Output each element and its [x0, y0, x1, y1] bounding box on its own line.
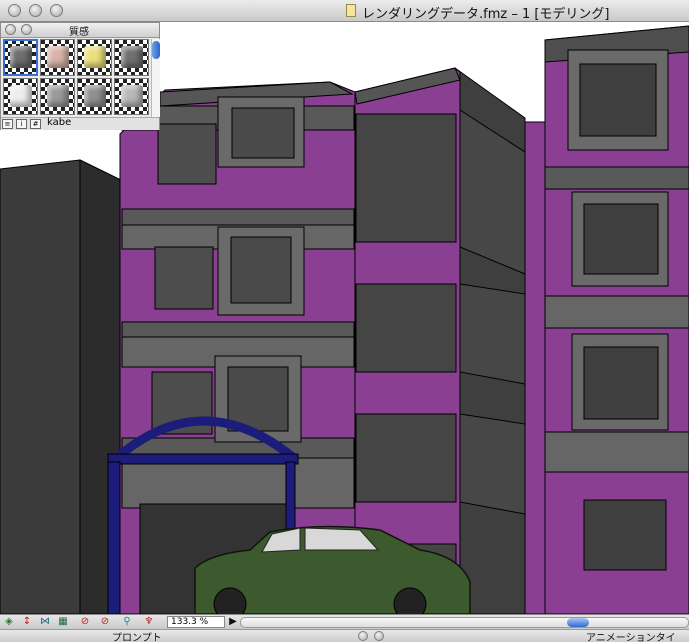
- prohibit-icon[interactable]: ⊘: [78, 616, 92, 628]
- horizontal-scrollbar[interactable]: [240, 617, 689, 628]
- grid-view-icon[interactable]: #: [30, 119, 41, 129]
- material-swatch[interactable]: [77, 39, 112, 76]
- view-toolbar: ◈ ↕ ⋈ ▦ ⊘ ⊘ ⚲ ♆ 133.3 % ▶: [0, 614, 689, 629]
- material-swatch-grid: [3, 39, 151, 117]
- palette-footer: ≡ i # kabe: [1, 117, 159, 130]
- material-swatch[interactable]: [3, 78, 38, 115]
- close-button[interactable]: [8, 4, 21, 17]
- material-swatch[interactable]: [77, 78, 112, 115]
- horizontal-scroll-thumb[interactable]: [567, 618, 589, 627]
- info-icon[interactable]: i: [16, 119, 27, 129]
- arrow-updown-icon[interactable]: ↕: [20, 616, 34, 628]
- bottom-panels: プロンプト アニメーションタイ: [0, 629, 689, 642]
- timeline-minimize-button[interactable]: [374, 631, 384, 641]
- play-icon[interactable]: ▶: [226, 616, 240, 628]
- material-name: kabe: [47, 117, 72, 128]
- timeline-panel-label[interactable]: アニメーションタイ: [586, 629, 676, 642]
- magnify-icon[interactable]: ⚲: [120, 616, 134, 628]
- title-bar[interactable]: レンダリングデータ.fmz – 1 [モデリング]: [0, 0, 689, 22]
- window-title: レンダリングデータ.fmz – 1 [モデリング]: [362, 7, 610, 22]
- material-swatch[interactable]: [114, 78, 149, 115]
- material-swatch[interactable]: [3, 39, 38, 76]
- palette-minimize-button[interactable]: [21, 24, 32, 35]
- material-swatch[interactable]: [114, 39, 149, 76]
- minimize-button[interactable]: [29, 4, 42, 17]
- palette-scroll-thumb[interactable]: [152, 41, 160, 59]
- prompt-panel-label[interactable]: プロンプト: [112, 629, 162, 642]
- layers-icon[interactable]: ◈: [2, 616, 16, 628]
- palette-close-button[interactable]: [5, 24, 16, 35]
- modeling-window: レンダリングデータ.fmz – 1 [モデリング] 質感 ≡ i # kabe …: [0, 0, 689, 642]
- material-swatch[interactable]: [40, 78, 75, 115]
- prohibit-alt-icon[interactable]: ⊘: [98, 616, 112, 628]
- palette-title-bar[interactable]: 質感: [1, 23, 159, 38]
- zoom-button[interactable]: [50, 4, 63, 17]
- material-palette: 質感 ≡ i # kabe: [0, 22, 160, 130]
- palette-title: 質感: [69, 27, 89, 38]
- timeline-close-button[interactable]: [358, 631, 368, 641]
- network-icon[interactable]: ⋈: [38, 616, 52, 628]
- palette-scrollbar[interactable]: [151, 39, 160, 117]
- zoom-field[interactable]: 133.3 %: [167, 616, 225, 628]
- grid-icon[interactable]: ▦: [56, 616, 70, 628]
- list-view-icon[interactable]: ≡: [2, 119, 13, 129]
- hand-icon[interactable]: ♆: [142, 616, 156, 628]
- material-swatch[interactable]: [40, 39, 75, 76]
- document-icon: [346, 4, 356, 17]
